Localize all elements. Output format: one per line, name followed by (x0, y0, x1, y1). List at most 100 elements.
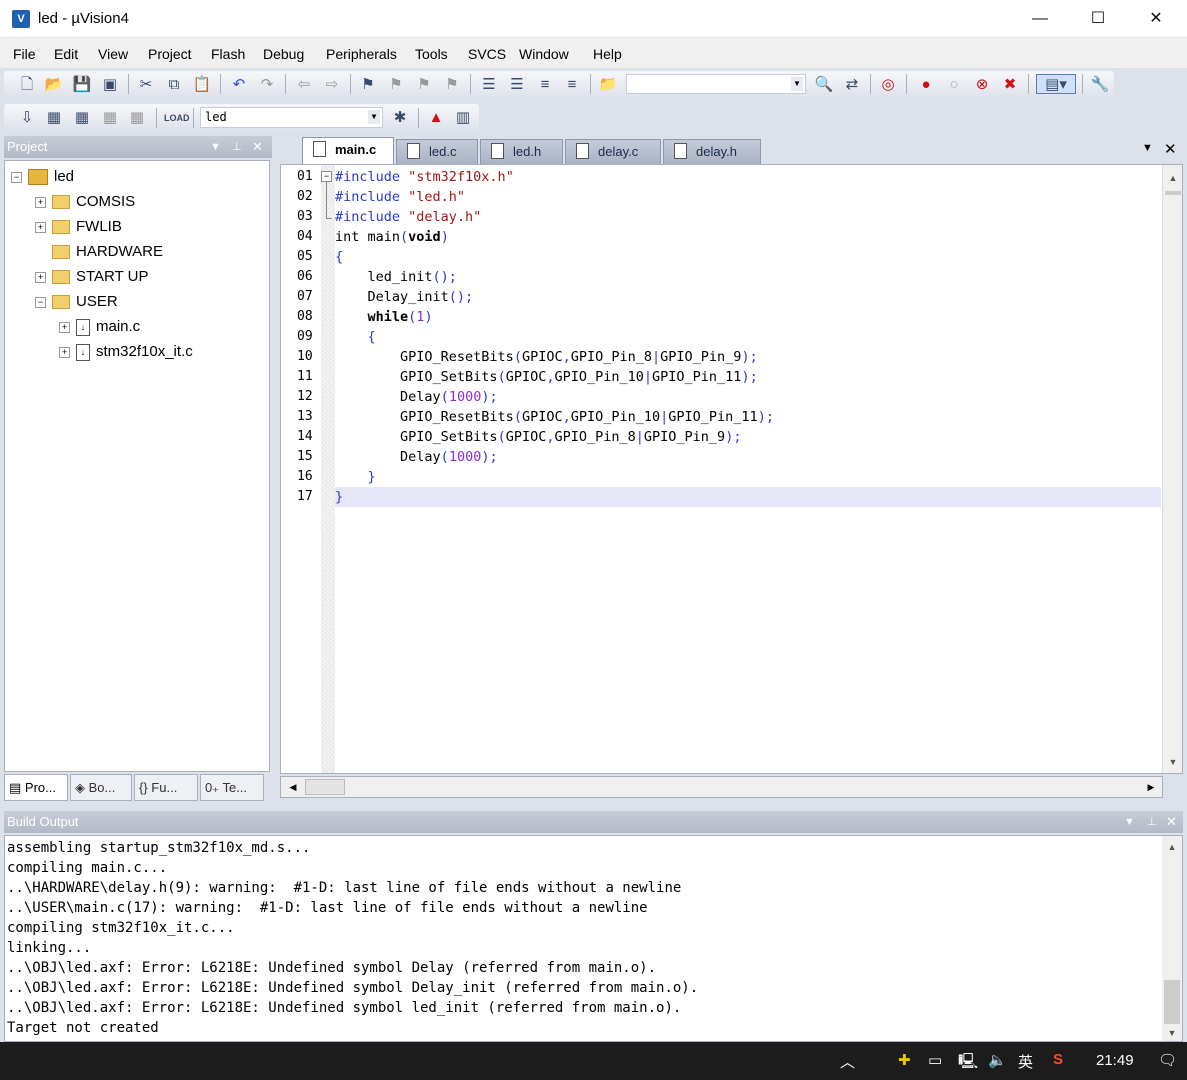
sogou-ime-icon[interactable]: S (1053, 1051, 1063, 1068)
scroll-up-icon[interactable]: ▲ (1164, 838, 1180, 856)
menu-view[interactable]: View (98, 46, 128, 62)
disable-all-breakpoints-icon[interactable]: ⊗ (972, 75, 992, 95)
tree-group-fwlib[interactable]: + FWLIB (35, 216, 122, 238)
editor-vertical-scrollbar[interactable]: ▲ ▼ (1162, 165, 1182, 773)
chevron-down-icon[interactable]: ▼ (791, 77, 803, 91)
unindent-icon[interactable]: ☰ (507, 75, 527, 95)
translate-icon[interactable]: ⇩ (17, 108, 37, 128)
configure-icon[interactable]: 🔧 (1090, 75, 1110, 95)
scroll-up-icon[interactable]: ▲ (1165, 169, 1181, 187)
breakpoint-icon[interactable]: ● (916, 75, 936, 95)
copy-icon[interactable]: ⧉ (164, 75, 184, 95)
new-file-icon[interactable]: 🗋 (17, 75, 37, 95)
manage-components-icon[interactable]: ▲ (426, 108, 446, 128)
tab-delay-h[interactable]: delay.h (663, 139, 761, 164)
scroll-left-icon[interactable]: ◀ (285, 779, 301, 795)
collapse-icon[interactable]: − (35, 296, 46, 308)
find-combo[interactable]: ▼ (626, 74, 806, 94)
debug-session-icon[interactable]: ◎ (878, 75, 898, 95)
uv-app-icon[interactable]: V (12, 10, 30, 28)
paste-icon[interactable]: 📋 (192, 75, 212, 95)
tree-group-startup[interactable]: + START UP (35, 266, 149, 288)
find-in-files-icon[interactable]: 📁 (598, 75, 618, 95)
tree-file-main-c[interactable]: + ↓ main.c (59, 316, 140, 338)
volume-icon[interactable]: 🔈 (988, 1051, 1007, 1069)
tree-root[interactable]: − led (11, 166, 74, 188)
expand-icon[interactable]: + (35, 221, 46, 233)
code-editor[interactable]: 01 02 03 04 05 06 07 08 09 10 11 12 13 14 15 16 17 − #in… (280, 164, 1183, 774)
save-all-icon[interactable]: ▣ (100, 75, 120, 95)
close-tab-icon[interactable]: ✕ (1164, 140, 1177, 158)
clock[interactable]: 21:49 (1096, 1052, 1134, 1069)
menu-project[interactable]: Project (148, 46, 192, 62)
load-download-icon[interactable]: LOAD (164, 108, 190, 128)
tab-project[interactable]: ▤ Pro... (4, 774, 68, 801)
kill-all-breakpoints-icon[interactable]: ✖ (1000, 75, 1020, 95)
close-button[interactable]: ✕ (1127, 0, 1185, 38)
maximize-button[interactable]: ☐ (1069, 0, 1127, 38)
close-icon[interactable]: ✕ (1166, 811, 1177, 833)
tab-main-c[interactable]: main.c (302, 137, 394, 165)
fold-collapse-icon[interactable]: − (321, 171, 332, 182)
menu-svcs[interactable]: SVCS (468, 46, 506, 62)
expand-icon[interactable]: + (35, 196, 46, 208)
menu-flash[interactable]: Flash (211, 46, 245, 62)
chevron-down-icon[interactable]: ▼ (1124, 811, 1135, 833)
tab-templates[interactable]: 0₊ Te... (200, 774, 264, 801)
tree-group-hardware[interactable]: HARDWARE (52, 241, 163, 263)
build-output-text[interactable]: assembling startup_stm32f10x_md.s... comp… (4, 835, 1183, 1042)
minimize-button[interactable]: — (1011, 0, 1069, 38)
tree-file-stm32f10x-it-c[interactable]: + ↓ stm32f10x_it.c (59, 341, 193, 363)
next-bookmark-icon[interactable]: ⚑ (414, 75, 434, 95)
menu-window[interactable]: Window (519, 46, 569, 62)
build-icon[interactable]: ▦ (44, 108, 64, 128)
multi-project-icon[interactable]: ▥ (453, 108, 473, 128)
scroll-down-icon[interactable]: ▼ (1164, 1024, 1180, 1041)
rebuild-icon[interactable]: ▦ (72, 108, 92, 128)
tab-books[interactable]: ◈ Bo... (70, 774, 132, 801)
expand-icon[interactable]: + (59, 321, 70, 333)
collapse-icon[interactable]: − (11, 171, 22, 183)
build-output-scrollbar[interactable]: ▲ ▼ (1162, 836, 1182, 1041)
undo-icon[interactable]: ↶ (229, 75, 249, 95)
scroll-thumb[interactable] (1164, 980, 1180, 1024)
menu-file[interactable]: File (13, 46, 36, 62)
find-icon[interactable]: 🔍 (814, 75, 834, 95)
menu-help[interactable]: Help (593, 46, 622, 62)
nav-back-icon[interactable]: ⇦ (294, 75, 314, 95)
menu-edit[interactable]: Edit (54, 46, 78, 62)
cut-icon[interactable]: ✂ (136, 75, 156, 95)
save-icon[interactable]: 💾 (72, 75, 92, 95)
tab-list-chevron-icon[interactable]: ▼ (1142, 142, 1153, 154)
nav-forward-icon[interactable]: ⇨ (322, 75, 342, 95)
scroll-thumb[interactable] (305, 779, 345, 795)
stop-build-icon[interactable]: ▦ (127, 108, 147, 128)
bookmark-icon[interactable]: ⚑ (358, 75, 378, 95)
tab-delay-c[interactable]: delay.c (565, 139, 661, 164)
redo-icon[interactable]: ↷ (257, 75, 277, 95)
chevron-down-icon[interactable]: ▼ (368, 110, 380, 124)
editor-horizontal-scrollbar[interactable]: ◀ ▶ (280, 776, 1163, 798)
show-hidden-icons-chevron-icon[interactable]: ︿ (840, 1051, 855, 1072)
expand-icon[interactable]: + (59, 346, 70, 358)
batch-build-icon[interactable]: ▦ (100, 108, 120, 128)
tree-group-user[interactable]: − USER (35, 291, 118, 313)
tab-led-h[interactable]: led.h (480, 139, 563, 164)
battery-icon[interactable]: ▭ (928, 1051, 942, 1069)
tree-group-comsis[interactable]: + COMSIS (35, 191, 135, 213)
comment-icon[interactable]: ≡ (535, 75, 555, 95)
open-folder-icon[interactable]: 📂 (44, 75, 64, 95)
tab-led-c[interactable]: led.c (396, 139, 478, 164)
network-icon[interactable]: 🖳 (958, 1051, 978, 1076)
notifications-icon[interactable]: 🗨 (1158, 1051, 1177, 1069)
target-select[interactable]: led ▼ (200, 107, 383, 128)
pin-icon[interactable]: ⊥ (1147, 811, 1157, 833)
chevron-down-icon[interactable]: ▼ (210, 136, 221, 158)
security-app-icon[interactable]: ✚ (898, 1051, 911, 1069)
scroll-right-icon[interactable]: ▶ (1143, 779, 1159, 795)
menu-peripherals[interactable]: Peripherals (326, 46, 397, 62)
target-options-icon[interactable]: ✱ (390, 108, 410, 128)
ime-language[interactable]: 英 (1018, 1051, 1033, 1072)
menu-tools[interactable]: Tools (415, 46, 448, 62)
indent-icon[interactable]: ☰ (479, 75, 499, 95)
